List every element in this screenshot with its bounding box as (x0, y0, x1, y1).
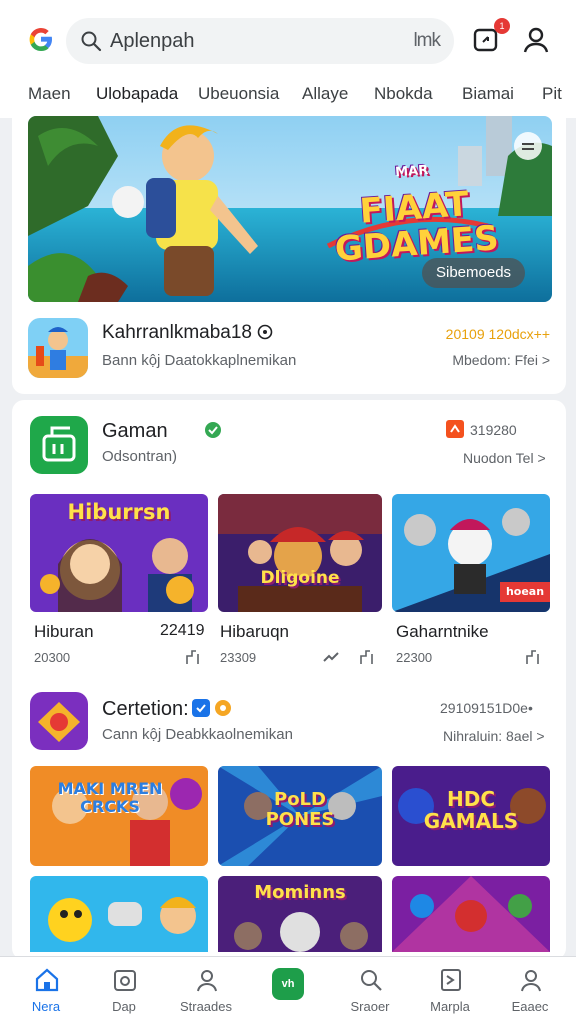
banner-cta-button[interactable]: Sibemoeds (422, 258, 526, 288)
gaman-app-icon[interactable] (30, 416, 88, 474)
top-app-bar: Aplenpah lmk 1 Maen Ulobapada Ubeuonsia … (0, 0, 576, 118)
game-thumbnail-6-title: HDC GAMALS (423, 787, 519, 833)
minus-icon (522, 143, 534, 150)
game-2-name[interactable]: Hibaruqn (220, 622, 289, 642)
featured-app-title: Kahrranlkmaba18 (102, 322, 273, 344)
game-thumbnail-7[interactable] (30, 876, 208, 952)
nav-home-label: Nera (31, 999, 61, 1014)
search-query-text: Aplenpah (110, 29, 195, 52)
section-gaman-subtitle: Odsontran) (102, 448, 178, 465)
banner-title-small: MAR (394, 162, 429, 181)
nav-profile-label: Straades (179, 999, 233, 1014)
game-thumbnail-9[interactable] (392, 876, 550, 952)
game-thumbnail-2[interactable]: Dligoine (218, 494, 382, 612)
nav-library-label: Marpla (430, 999, 470, 1014)
game-thumbnail-4-title: MAKI MREN CRCKS (57, 779, 163, 816)
verified-check-icon (205, 422, 221, 438)
game-thumbnail-1[interactable]: Hiburrsn (30, 494, 208, 612)
search-bar[interactable]: Aplenpah lmk (66, 18, 454, 64)
home-icon (35, 968, 59, 992)
game-thumbnail-5[interactable]: PoLD PONES (218, 766, 382, 866)
nav-apps[interactable]: Dap (84, 957, 164, 1024)
game-thumbnail-6[interactable]: HDC GAMALS (392, 766, 550, 866)
game-1-rank: 22419 (160, 622, 205, 639)
game-3-meta: 22300 (396, 650, 433, 665)
download-icon[interactable] (184, 648, 202, 666)
notification-badge: 1 (494, 18, 510, 34)
nav-apps-label: Dap (112, 999, 136, 1014)
game-3-name[interactable]: Gaharntnike (396, 622, 489, 642)
section-certetion-title: Certetion: (102, 698, 189, 720)
nav-profile[interactable]: Straades (166, 957, 246, 1024)
google-logo-icon[interactable] (26, 24, 56, 54)
nav-search[interactable]: Sraoer (330, 957, 410, 1024)
section-gaman-title: Gaman (102, 420, 168, 442)
game-1-meta: 20300 (34, 650, 71, 665)
award-icon (215, 700, 231, 716)
game-2-meta: 23309 (220, 650, 257, 665)
section-certetion-more-link[interactable]: Nihraluin: 8ael > (443, 728, 545, 744)
download-icon[interactable] (358, 648, 376, 666)
featured-app-row[interactable]: Kahrranlkmaba18 Bann kộj Daatokkaplnemik… (28, 316, 552, 380)
search-icon (361, 970, 382, 991)
game-thumbnail-8-title: Mominns (254, 882, 346, 903)
featured-app-icon (28, 318, 88, 378)
trend-icon (323, 652, 339, 662)
rating-badge-icon (446, 420, 464, 438)
section-certetion-subtitle: Cann kộj Deabkkaolnemikan (102, 726, 293, 743)
nav-account-label: Eaaec (511, 999, 549, 1014)
game-thumbnail-2-title: Dligoine (260, 568, 340, 588)
certetion-app-icon[interactable] (30, 692, 88, 750)
game-thumbnail-3[interactable]: hoean (392, 494, 550, 612)
person-icon (197, 970, 217, 992)
game-thumbnail-3-tag: hoean (500, 582, 550, 602)
nav-home[interactable]: Nera (6, 957, 86, 1024)
section-certetion-score: 29109151D0e• (440, 700, 533, 716)
voice-search-icon[interactable]: lmk (413, 30, 441, 52)
banner-minimize-button[interactable] (514, 132, 542, 160)
game-thumbnail-4[interactable]: MAKI MREN CRCKS (30, 766, 208, 866)
games-card: Gaman Odsontran) 319280 Nuodon Tel > Hib… (12, 400, 566, 960)
banner-title: MAR FIAAT GDAMES (310, 139, 518, 270)
info-icon (257, 324, 273, 340)
apps-icon (114, 970, 136, 991)
featured-app-score: 20109 120dcx++ (445, 326, 550, 342)
search-icon (81, 31, 102, 52)
game-controller-icon (42, 426, 76, 462)
library-icon (441, 969, 461, 991)
nav-account[interactable]: Eaaec (490, 957, 570, 1024)
verified-badge-icon (192, 699, 210, 717)
game-thumbnail-1-title: Hiburrsn (67, 500, 171, 524)
featured-app-subtitle: Bann kộj Daatokkaplnemikan (102, 352, 297, 369)
nav-library[interactable]: Marpla (410, 957, 490, 1024)
account-icon[interactable] (520, 24, 552, 56)
promo-banner[interactable]: MAR FIAAT GDAMES Sibemoeds (28, 116, 552, 302)
nav-search-label: Sraoer (350, 999, 390, 1014)
game-1-name[interactable]: Hiburan (34, 622, 94, 642)
account-icon (521, 970, 541, 992)
featured-card: MAR FIAAT GDAMES Sibemoeds Kahrranlkmaba… (12, 104, 566, 394)
game-thumbnail-8[interactable]: Mominns (218, 876, 382, 952)
featured-app-more-link[interactable]: Mbedom: Ffei > (452, 352, 550, 368)
nav-games-button[interactable]: vh (272, 968, 304, 1000)
section-gaman-score: 319280 (470, 422, 517, 438)
game-thumbnail-5-title: PoLD PONES (265, 789, 335, 830)
section-gaman-more-link[interactable]: Nuodon Tel > (463, 450, 546, 466)
download-icon[interactable] (524, 648, 542, 666)
